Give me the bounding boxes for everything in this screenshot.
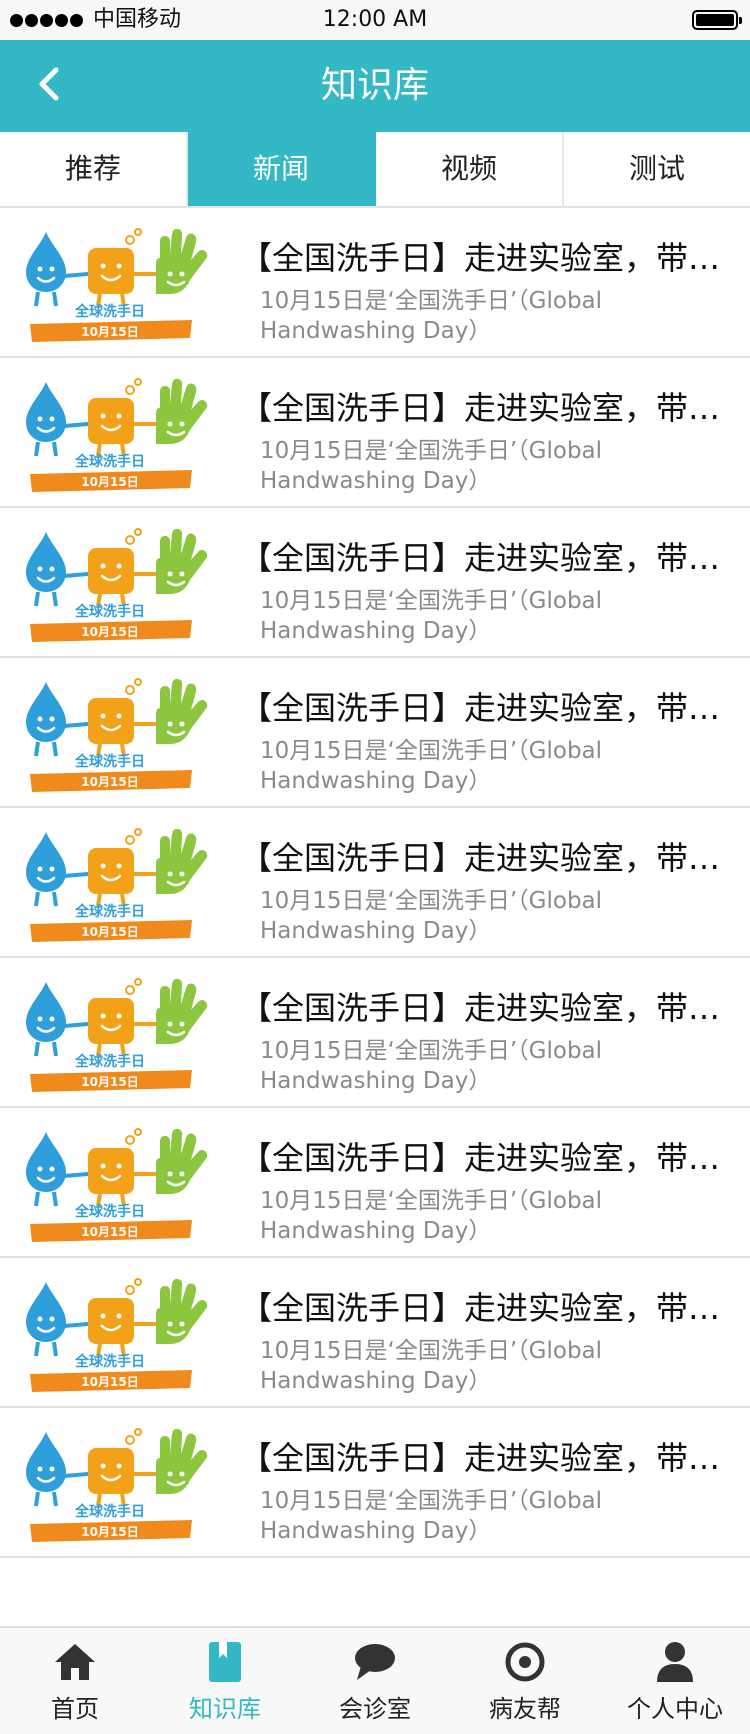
- logo-slogan-text: 全球洗手日: [74, 753, 145, 770]
- article-summary: 10月15日是‘全国洗手日’（Global Handwashing Day）: [260, 1338, 603, 1394]
- handwashing-day-logo-icon: 全球洗手日 10月15日: [26, 228, 208, 342]
- bottom-tab-label: 病友帮: [489, 1695, 561, 1723]
- handwashing-day-logo-icon: 全球洗手日 10月15日: [26, 828, 208, 942]
- tab-video[interactable]: 视频: [376, 132, 564, 206]
- bottom-tab-knowledge[interactable]: 知识库: [150, 1628, 300, 1734]
- article-title: 【全国洗手日】走进实验室，带你看手上的细菌: [240, 1289, 726, 1327]
- article-title: 【全国洗手日】走进实验室，带你看手上的细菌: [240, 689, 726, 727]
- logo-date-text: 10月15日: [81, 475, 138, 489]
- logo-date-text: 10月15日: [81, 1075, 138, 1089]
- article-title: 【全国洗手日】走进实验室，带你看手上的细菌: [240, 839, 726, 877]
- article-title: 【全国洗手日】走进实验室，带你看手上的细菌: [240, 389, 726, 427]
- logo-date-text: 10月15日: [81, 775, 138, 789]
- article-thumbnail: 全球洗手日 10月15日: [0, 1258, 220, 1408]
- article-thumbnail: 全球洗手日 10月15日: [0, 358, 220, 508]
- article-summary: 10月15日是‘全国洗手日’（Global Handwashing Day）: [260, 1188, 603, 1244]
- handwashing-day-logo-icon: 全球洗手日 10月15日: [26, 978, 208, 1092]
- user-icon: [657, 1642, 693, 1682]
- article-content: 【全国洗手日】走进实验室，带你看手上的细菌 10月15日是‘全国洗手日’（Glo…: [220, 658, 750, 806]
- tab-recommended[interactable]: 推荐: [0, 132, 188, 206]
- article-summary: 10月15日是‘全国洗手日’（Global Handwashing Day）: [260, 738, 603, 794]
- article-thumbnail: 全球洗手日 10月15日: [0, 1408, 220, 1558]
- logo-slogan-text: 全球洗手日: [74, 1203, 145, 1220]
- article-content: 【全国洗手日】走进实验室，带你看手上的细菌 10月15日是‘全国洗手日’（Glo…: [220, 1258, 750, 1406]
- logo-slogan-text: 全球洗手日: [74, 1353, 145, 1370]
- handwashing-day-logo-icon: 全球洗手日 10月15日: [26, 528, 208, 642]
- logo-slogan-text: 全球洗手日: [74, 1503, 145, 1520]
- logo-slogan-text: 全球洗手日: [74, 1053, 145, 1070]
- article-thumbnail: 全球洗手日 10月15日: [0, 208, 220, 358]
- list-item[interactable]: 全球洗手日 10月15日 【全国洗手日】走进实验室，带你看手上的细菌 10月15…: [0, 1108, 750, 1258]
- article-summary: 10月15日是‘全国洗手日’（Global Handwashing Day）: [260, 1038, 603, 1094]
- article-title: 【全国洗手日】走进实验室，带你看手上的细菌: [240, 239, 726, 277]
- list-item[interactable]: 全球洗手日 10月15日 【全国洗手日】走进实验室，带你看手上的细菌 10月15…: [0, 1258, 750, 1408]
- logo-date-text: 10月15日: [81, 1525, 138, 1539]
- status-time: 12:00 AM: [322, 7, 428, 32]
- handwashing-day-logo-icon: 全球洗手日 10月15日: [26, 678, 208, 792]
- home-icon: [55, 1644, 95, 1680]
- list-item[interactable]: 全球洗手日 10月15日 【全国洗手日】走进实验室，带你看手上的细菌 10月15…: [0, 508, 750, 658]
- status-bar: 中国移动 12:00 AM: [0, 0, 750, 40]
- logo-date-text: 10月15日: [81, 925, 138, 939]
- article-summary: 10月15日是‘全国洗手日’（Global Handwashing Day）: [260, 888, 603, 944]
- bottom-tab-label: 会诊室: [339, 1695, 411, 1723]
- tab-news[interactable]: 新闻: [188, 132, 376, 206]
- article-summary: 10月15日是‘全国洗手日’（Global Handwashing Day）: [260, 288, 603, 344]
- list-item[interactable]: 全球洗手日 10月15日 【全国洗手日】走进实验室，带你看手上的细菌 10月15…: [0, 358, 750, 508]
- logo-date-text: 10月15日: [81, 325, 138, 339]
- logo-slogan-text: 全球洗手日: [74, 453, 145, 470]
- article-title: 【全国洗手日】走进实验室，带你看手上的细菌: [240, 989, 726, 1027]
- article-thumbnail: 全球洗手日 10月15日: [0, 658, 220, 808]
- logo-date-text: 10月15日: [81, 625, 138, 639]
- article-summary: 10月15日是‘全国洗手日’（Global Handwashing Day）: [260, 438, 603, 494]
- page-title: 知识库: [320, 65, 429, 106]
- logo-date-text: 10月15日: [81, 1225, 138, 1239]
- chat-bubble-icon: [355, 1644, 395, 1680]
- bottom-tab-community[interactable]: 病友帮: [450, 1628, 600, 1734]
- bottom-tab-profile[interactable]: 个人中心: [600, 1628, 750, 1734]
- article-content: 【全国洗手日】走进实验室，带你看手上的细菌 10月15日是‘全国洗手日’（Glo…: [220, 958, 750, 1106]
- tab-test[interactable]: 测试: [564, 132, 750, 206]
- list-item[interactable]: 全球洗手日 10月15日 【全国洗手日】走进实验室，带你看手上的细菌 10月15…: [0, 658, 750, 808]
- article-content: 【全国洗手日】走进实验室，带你看手上的细菌 10月15日是‘全国洗手日’（Glo…: [220, 208, 750, 356]
- article-summary: 10月15日是‘全国洗手日’（Global Handwashing Day）: [260, 588, 603, 644]
- article-summary: 10月15日是‘全国洗手日’（Global Handwashing Day）: [260, 1488, 603, 1544]
- article-list: 全球洗手日 10月15日 【全国洗手日】走进实验室，带你看手上的细菌 10月15…: [0, 208, 750, 1558]
- article-content: 【全国洗手日】走进实验室，带你看手上的细菌 10月15日是‘全国洗手日’（Glo…: [220, 808, 750, 956]
- handwashing-day-logo-icon: 全球洗手日 10月15日: [26, 1428, 208, 1542]
- article-content: 【全国洗手日】走进实验室，带你看手上的细菌 10月15日是‘全国洗手日’（Glo…: [220, 508, 750, 656]
- article-content: 【全国洗手日】走进实验室，带你看手上的细菌 10月15日是‘全国洗手日’（Glo…: [220, 358, 750, 506]
- article-thumbnail: 全球洗手日 10月15日: [0, 1108, 220, 1258]
- handwashing-day-logo-icon: 全球洗手日 10月15日: [26, 378, 208, 492]
- article-title: 【全国洗手日】走进实验室，带你看手上的细菌: [240, 1139, 726, 1177]
- article-content: 【全国洗手日】走进实验室，带你看手上的细菌 10月15日是‘全国洗手日’（Glo…: [220, 1108, 750, 1256]
- target-icon: [505, 1642, 545, 1682]
- book-icon: [209, 1642, 241, 1682]
- bottom-tab-label: 个人中心: [627, 1695, 723, 1723]
- article-content: 【全国洗手日】走进实验室，带你看手上的细菌 10月15日是‘全国洗手日’（Glo…: [220, 1408, 750, 1556]
- logo-date-text: 10月15日: [81, 1375, 138, 1389]
- handwashing-day-logo-icon: 全球洗手日 10月15日: [26, 1278, 208, 1392]
- bottom-tab-home[interactable]: 首页: [0, 1628, 150, 1734]
- article-title: 【全国洗手日】走进实验室，带你看手上的细菌: [240, 1439, 726, 1477]
- article-thumbnail: 全球洗手日 10月15日: [0, 808, 220, 958]
- list-item[interactable]: 全球洗手日 10月15日 【全国洗手日】走进实验室，带你看手上的细菌 10月15…: [0, 958, 750, 1108]
- article-title: 【全国洗手日】走进实验室，带你看手上的细菌: [240, 539, 726, 577]
- article-thumbnail: 全球洗手日 10月15日: [0, 958, 220, 1108]
- handwashing-day-logo-icon: 全球洗手日 10月15日: [26, 1128, 208, 1242]
- logo-slogan-text: 全球洗手日: [74, 603, 145, 620]
- list-item[interactable]: 全球洗手日 10月15日 【全国洗手日】走进实验室，带你看手上的细菌 10月15…: [0, 1408, 750, 1558]
- article-thumbnail: 全球洗手日 10月15日: [0, 508, 220, 658]
- bottom-tab-bar: 首页 知识库 会诊室 病友帮 个人中心: [0, 1626, 750, 1734]
- battery-icon: [692, 10, 742, 30]
- bottom-tab-consultation[interactable]: 会诊室: [300, 1628, 450, 1734]
- list-item[interactable]: 全球洗手日 10月15日 【全国洗手日】走进实验室，带你看手上的细菌 10月15…: [0, 808, 750, 958]
- logo-slogan-text: 全球洗手日: [74, 903, 145, 920]
- list-item[interactable]: 全球洗手日 10月15日 【全国洗手日】走进实验室，带你看手上的细菌 10月15…: [0, 208, 750, 358]
- logo-slogan-text: 全球洗手日: [74, 303, 145, 320]
- category-tabs: 推荐 新闻 视频 测试: [0, 132, 750, 208]
- bottom-tab-label: 知识库: [189, 1695, 261, 1723]
- bottom-tab-label: 首页: [51, 1695, 99, 1723]
- nav-bar: 知识库: [0, 40, 750, 132]
